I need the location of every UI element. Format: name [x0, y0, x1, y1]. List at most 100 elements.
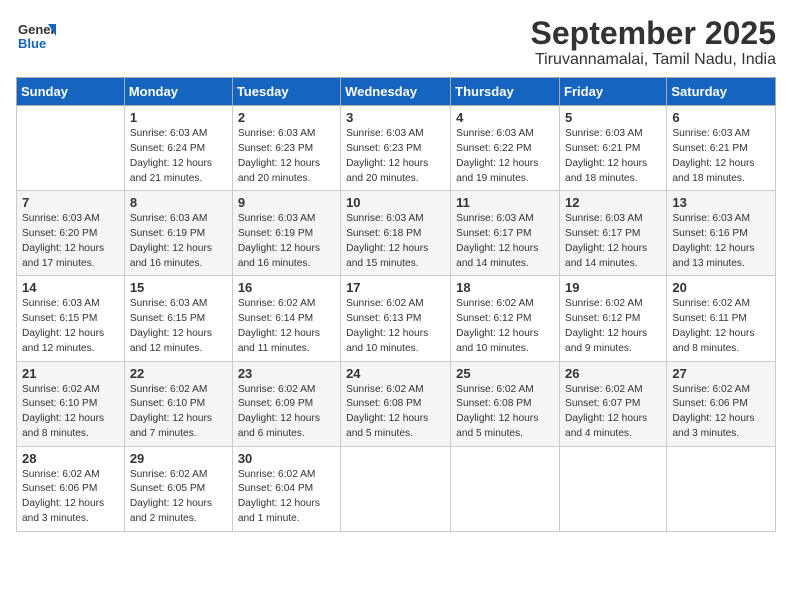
calendar-day-cell: 13 Sunrise: 6:03 AM Sunset: 6:16 PM Dayli… [667, 191, 776, 276]
calendar-day-cell: 12Sunrise: 6:03 AM Sunset: 6:17 PM Dayli… [560, 191, 667, 276]
calendar-day-cell: 14 Sunrise: 6:03 AM Sunset: 6:15 PM Dayli… [17, 276, 125, 361]
calendar-day-cell: 9 Sunrise: 6:03 AM Sunset: 6:19 PM Daylig… [232, 191, 340, 276]
day-number: 6 [672, 110, 770, 125]
weekday-header: Wednesday [341, 78, 451, 106]
calendar-day-cell: 6 Sunrise: 6:03 AM Sunset: 6:21 PM Daylig… [667, 106, 776, 191]
logo: General Blue [16, 16, 56, 56]
day-number: 25 [456, 366, 554, 381]
day-number: 2 [238, 110, 335, 125]
day-detail: Sunrise: 6:03 AM Sunset: 6:15 PM Dayligh… [22, 297, 119, 356]
day-detail: Sunrise: 6:03 AM Sunset: 6:21 PM Dayligh… [565, 127, 661, 186]
day-number: 4 [456, 110, 554, 125]
calendar-week-row: 28Sunrise: 6:02 AM Sunset: 6:06 PM Dayli… [17, 446, 776, 531]
day-number: 1 [130, 110, 227, 125]
day-detail: Sunrise: 6:02 AM Sunset: 6:04 PM Dayligh… [238, 468, 335, 527]
weekday-header: Saturday [667, 78, 776, 106]
day-number: 30 [238, 451, 335, 466]
calendar-day-cell [451, 446, 560, 531]
calendar-week-row: 21 Sunrise: 6:02 AM Sunset: 6:10 PM Dayli… [17, 361, 776, 446]
calendar-day-cell: 23 Sunrise: 6:02 AM Sunset: 6:09 PM Dayli… [232, 361, 340, 446]
calendar-day-cell: 28Sunrise: 6:02 AM Sunset: 6:06 PM Dayli… [17, 446, 125, 531]
day-detail: Sunrise: 6:02 AM Sunset: 6:12 PM Dayligh… [565, 297, 661, 356]
day-detail: Sunrise: 6:03 AM Sunset: 6:24 PM Dayligh… [130, 127, 227, 186]
day-number: 7 [22, 195, 119, 210]
calendar-day-cell: 4 Sunrise: 6:03 AM Sunset: 6:22 PM Daylig… [451, 106, 560, 191]
day-detail: Sunrise: 6:02 AM Sunset: 6:12 PM Dayligh… [456, 297, 554, 356]
calendar-day-cell: 24 Sunrise: 6:02 AM Sunset: 6:08 PM Dayli… [341, 361, 451, 446]
day-detail: Sunrise: 6:03 AM Sunset: 6:17 PM Dayligh… [456, 212, 554, 271]
day-number: 19 [565, 280, 661, 295]
weekday-header: Friday [560, 78, 667, 106]
day-detail: Sunrise: 6:02 AM Sunset: 6:11 PM Dayligh… [672, 297, 770, 356]
calendar-day-cell [341, 446, 451, 531]
day-number: 24 [346, 366, 445, 381]
day-number: 15 [130, 280, 227, 295]
calendar-day-cell: 21 Sunrise: 6:02 AM Sunset: 6:10 PM Dayli… [17, 361, 125, 446]
day-number: 23 [238, 366, 335, 381]
day-detail: Sunrise: 6:02 AM Sunset: 6:06 PM Dayligh… [672, 383, 770, 442]
title-block: September 2025 Tiruvannamalai, Tamil Nad… [531, 16, 776, 69]
day-detail: Sunrise: 6:02 AM Sunset: 6:08 PM Dayligh… [346, 383, 445, 442]
calendar-week-row: 7 Sunrise: 6:03 AM Sunset: 6:20 PM Daylig… [17, 191, 776, 276]
svg-text:Blue: Blue [18, 36, 46, 51]
page-subtitle: Tiruvannamalai, Tamil Nadu, India [531, 51, 776, 69]
calendar-day-cell: 26Sunrise: 6:02 AM Sunset: 6:07 PM Dayli… [560, 361, 667, 446]
day-number: 5 [565, 110, 661, 125]
calendar-day-cell: 22Sunrise: 6:02 AM Sunset: 6:10 PM Dayli… [124, 361, 232, 446]
calendar-day-cell: 3 Sunrise: 6:03 AM Sunset: 6:23 PM Daylig… [341, 106, 451, 191]
day-number: 18 [456, 280, 554, 295]
calendar-table: SundayMondayTuesdayWednesdayThursdayFrid… [16, 77, 776, 532]
day-detail: Sunrise: 6:03 AM Sunset: 6:18 PM Dayligh… [346, 212, 445, 271]
calendar-day-cell: 16Sunrise: 6:02 AM Sunset: 6:14 PM Dayli… [232, 276, 340, 361]
day-detail: Sunrise: 6:03 AM Sunset: 6:20 PM Dayligh… [22, 212, 119, 271]
day-detail: Sunrise: 6:02 AM Sunset: 6:09 PM Dayligh… [238, 383, 335, 442]
day-detail: Sunrise: 6:02 AM Sunset: 6:08 PM Dayligh… [456, 383, 554, 442]
calendar-day-cell [17, 106, 125, 191]
calendar-day-cell: 11 Sunrise: 6:03 AM Sunset: 6:17 PM Dayli… [451, 191, 560, 276]
day-detail: Sunrise: 6:03 AM Sunset: 6:23 PM Dayligh… [238, 127, 335, 186]
calendar-day-cell: 19 Sunrise: 6:02 AM Sunset: 6:12 PM Dayli… [560, 276, 667, 361]
day-detail: Sunrise: 6:02 AM Sunset: 6:10 PM Dayligh… [22, 383, 119, 442]
calendar-week-row: 14 Sunrise: 6:03 AM Sunset: 6:15 PM Dayli… [17, 276, 776, 361]
day-detail: Sunrise: 6:03 AM Sunset: 6:15 PM Dayligh… [130, 297, 227, 356]
calendar-day-cell: 20Sunrise: 6:02 AM Sunset: 6:11 PM Dayli… [667, 276, 776, 361]
day-detail: Sunrise: 6:02 AM Sunset: 6:10 PM Dayligh… [130, 383, 227, 442]
day-number: 8 [130, 195, 227, 210]
day-number: 9 [238, 195, 335, 210]
logo-icon: General Blue [16, 16, 56, 56]
day-detail: Sunrise: 6:03 AM Sunset: 6:19 PM Dayligh… [238, 212, 335, 271]
calendar-day-cell: 27 Sunrise: 6:02 AM Sunset: 6:06 PM Dayli… [667, 361, 776, 446]
day-number: 11 [456, 195, 554, 210]
day-detail: Sunrise: 6:03 AM Sunset: 6:21 PM Dayligh… [672, 127, 770, 186]
day-detail: Sunrise: 6:03 AM Sunset: 6:22 PM Dayligh… [456, 127, 554, 186]
day-number: 3 [346, 110, 445, 125]
calendar-day-cell [667, 446, 776, 531]
day-number: 17 [346, 280, 445, 295]
day-number: 13 [672, 195, 770, 210]
weekday-header: Tuesday [232, 78, 340, 106]
day-number: 29 [130, 451, 227, 466]
calendar-day-cell: 17 Sunrise: 6:02 AM Sunset: 6:13 PM Dayli… [341, 276, 451, 361]
day-detail: Sunrise: 6:03 AM Sunset: 6:23 PM Dayligh… [346, 127, 445, 186]
calendar-week-row: 1 Sunrise: 6:03 AM Sunset: 6:24 PM Daylig… [17, 106, 776, 191]
calendar-day-cell: 7 Sunrise: 6:03 AM Sunset: 6:20 PM Daylig… [17, 191, 125, 276]
calendar-day-cell: 10Sunrise: 6:03 AM Sunset: 6:18 PM Dayli… [341, 191, 451, 276]
calendar-day-cell: 25 Sunrise: 6:02 AM Sunset: 6:08 PM Dayli… [451, 361, 560, 446]
day-detail: Sunrise: 6:02 AM Sunset: 6:14 PM Dayligh… [238, 297, 335, 356]
calendar-day-cell [560, 446, 667, 531]
day-detail: Sunrise: 6:02 AM Sunset: 6:13 PM Dayligh… [346, 297, 445, 356]
day-number: 27 [672, 366, 770, 381]
calendar-day-cell: 8Sunrise: 6:03 AM Sunset: 6:19 PM Daylig… [124, 191, 232, 276]
calendar-day-cell: 5 Sunrise: 6:03 AM Sunset: 6:21 PM Daylig… [560, 106, 667, 191]
day-number: 21 [22, 366, 119, 381]
calendar-header-row: SundayMondayTuesdayWednesdayThursdayFrid… [17, 78, 776, 106]
calendar-day-cell: 1 Sunrise: 6:03 AM Sunset: 6:24 PM Daylig… [124, 106, 232, 191]
weekday-header: Thursday [451, 78, 560, 106]
day-detail: Sunrise: 6:03 AM Sunset: 6:16 PM Dayligh… [672, 212, 770, 271]
calendar-day-cell: 18 Sunrise: 6:02 AM Sunset: 6:12 PM Dayli… [451, 276, 560, 361]
weekday-header: Monday [124, 78, 232, 106]
day-detail: Sunrise: 6:03 AM Sunset: 6:17 PM Dayligh… [565, 212, 661, 271]
day-number: 14 [22, 280, 119, 295]
day-number: 26 [565, 366, 661, 381]
day-number: 28 [22, 451, 119, 466]
